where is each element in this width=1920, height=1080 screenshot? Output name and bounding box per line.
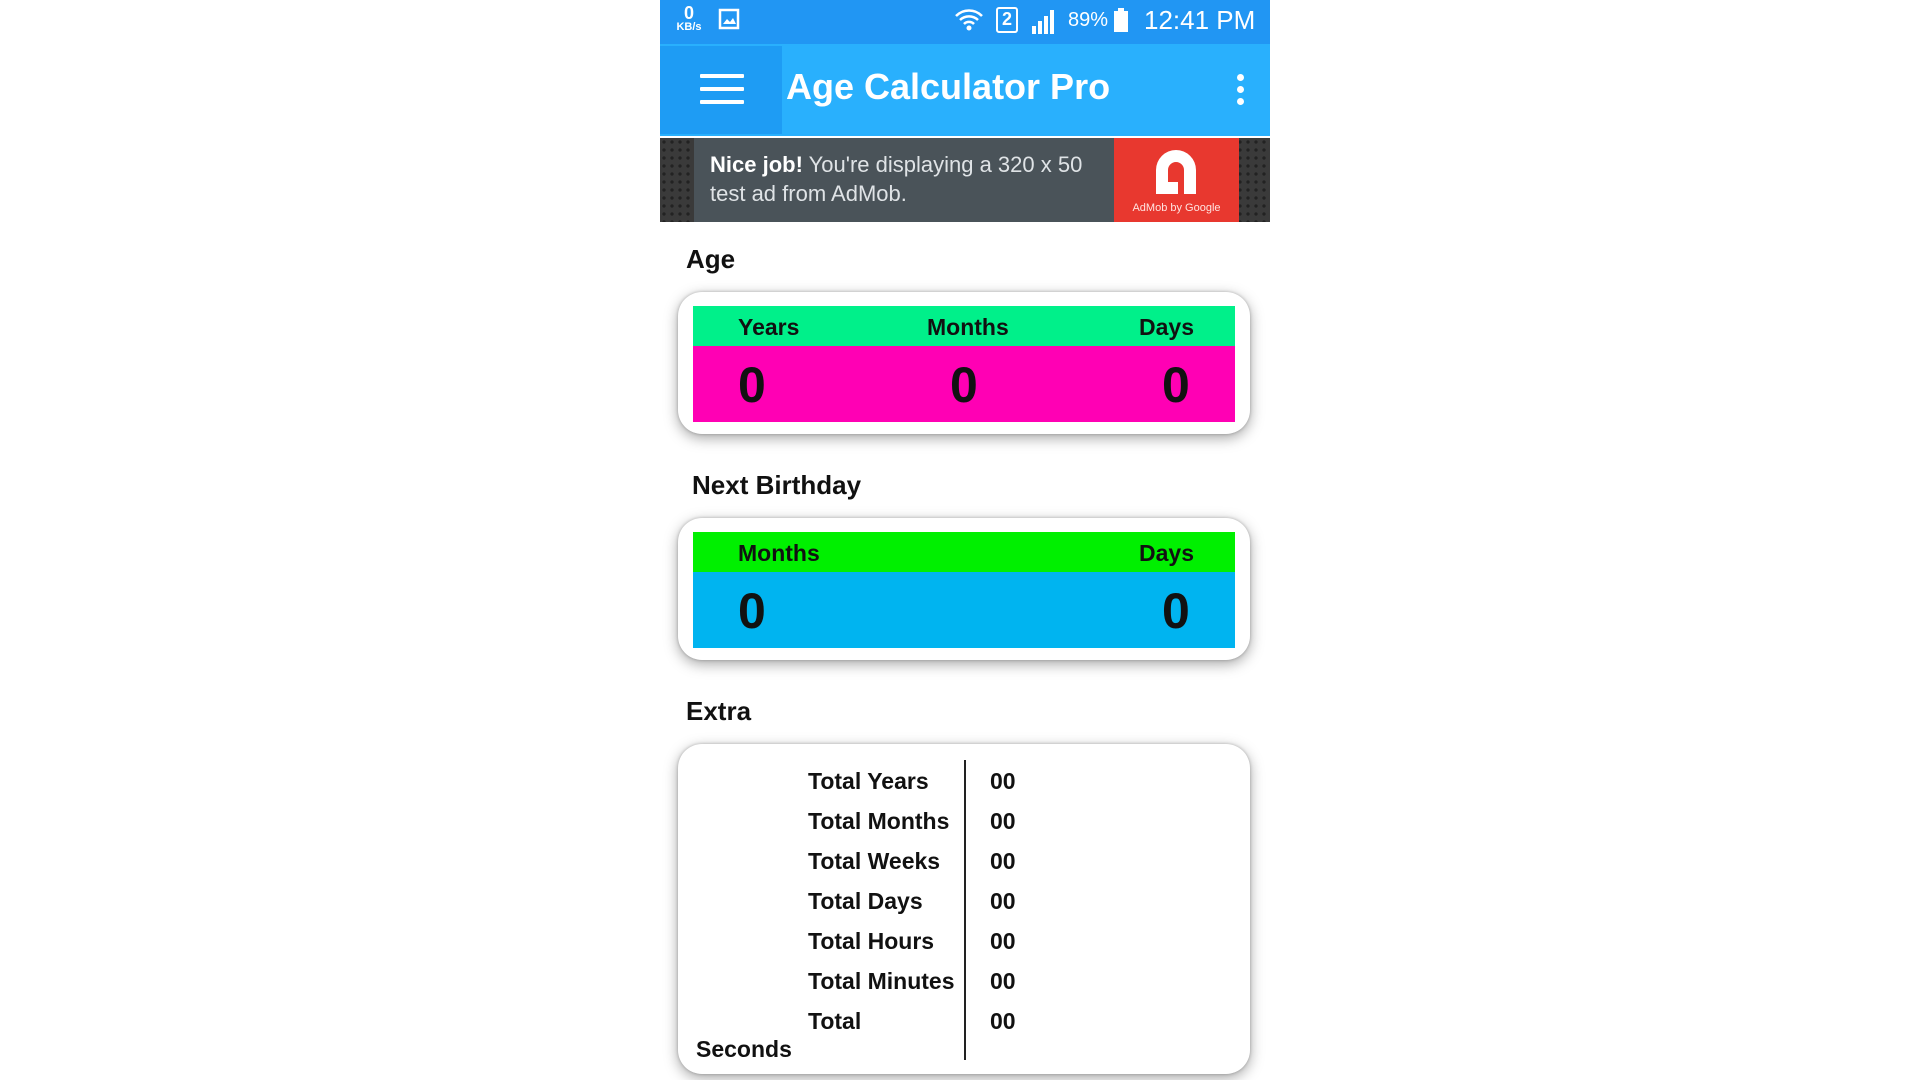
extra-value: 00 bbox=[990, 1008, 1016, 1034]
extra-label: Total bbox=[808, 1008, 862, 1034]
phone-screen: 0 KB/s 2 89% 12:41 PM Age Calculator Pro… bbox=[660, 0, 1270, 1080]
next-birthday-value-row: 0 0 bbox=[693, 572, 1235, 648]
age-header-years: Years bbox=[738, 314, 800, 340]
extra-card: Total Years 00 Total Months 00 Total Wee… bbox=[678, 744, 1250, 1074]
extra-label: Total Years bbox=[808, 768, 929, 794]
extra-label: Total Weeks bbox=[808, 848, 941, 874]
ad-text: Nice job! You're displaying a 320 x 50 t… bbox=[710, 150, 1110, 208]
extra-row-total-days: Total Days 00 bbox=[678, 888, 1250, 928]
battery-icon bbox=[1114, 8, 1128, 32]
extra-section-title: Extra bbox=[686, 696, 752, 726]
battery-percent: 89% bbox=[1068, 9, 1109, 31]
extra-row-seconds-wrap: Seconds bbox=[678, 1036, 1250, 1076]
extra-label: Total Months bbox=[808, 808, 950, 834]
extra-row-total-hours: Total Hours 00 bbox=[678, 928, 1250, 968]
extra-row-total-months: Total Months 00 bbox=[678, 808, 1250, 848]
admob-caption: AdMob by Google bbox=[1132, 202, 1221, 214]
ad-content[interactable]: Nice job! You're displaying a 320 x 50 t… bbox=[694, 138, 1239, 222]
extra-label: Total Minutes bbox=[808, 968, 955, 994]
age-months-value: 0 bbox=[950, 357, 978, 413]
extra-row-total-years: Total Years 00 bbox=[678, 768, 1250, 808]
status-bar: 0 KB/s 2 89% 12:41 PM bbox=[660, 0, 1270, 44]
extra-value: 00 bbox=[990, 888, 1016, 914]
sim-slot-indicator: 2 bbox=[996, 7, 1018, 33]
age-section-title: Age bbox=[686, 244, 736, 274]
network-speed-unit: KB/s bbox=[676, 21, 702, 33]
clock: 12:41 PM bbox=[1144, 5, 1256, 35]
network-speed-value: 0 bbox=[683, 3, 694, 23]
extra-label: Total Hours bbox=[808, 928, 935, 954]
next-birthday-card: Months Days 0 0 bbox=[678, 518, 1250, 660]
next-birthday-header-row: Months Days bbox=[693, 532, 1235, 572]
age-value-row: 0 0 0 bbox=[693, 346, 1235, 422]
admob-icon bbox=[1156, 150, 1196, 194]
age-years-value: 0 bbox=[738, 357, 766, 413]
hamburger-icon bbox=[700, 74, 744, 104]
age-header-months: Months bbox=[927, 314, 1009, 340]
extra-row-total-minutes: Total Minutes 00 bbox=[678, 968, 1250, 1008]
next-birthday-section-title: Next Birthday bbox=[692, 470, 862, 500]
age-days-value: 0 bbox=[1162, 357, 1190, 413]
extra-label-wrap: Seconds bbox=[696, 1036, 792, 1062]
next-birthday-days-value: 0 bbox=[1162, 583, 1190, 639]
next-birthday-header-days: Days bbox=[1139, 540, 1194, 566]
extra-value: 00 bbox=[990, 928, 1016, 954]
ad-banner[interactable]: Nice job! You're displaying a 320 x 50 t… bbox=[660, 138, 1270, 222]
network-speed: 0 KB/s bbox=[674, 4, 704, 33]
extra-value: 00 bbox=[990, 808, 1016, 834]
app-title: Age Calculator Pro bbox=[786, 66, 1111, 107]
signal-icon bbox=[1032, 10, 1054, 34]
extra-value: 00 bbox=[990, 848, 1016, 874]
extra-value: 00 bbox=[990, 968, 1016, 994]
image-icon bbox=[718, 8, 740, 30]
app-bar: Age Calculator Pro bbox=[660, 44, 1270, 136]
age-header-row: Years Months Days bbox=[693, 306, 1235, 346]
age-card: Years Months Days 0 0 0 bbox=[678, 292, 1250, 434]
menu-button[interactable] bbox=[660, 46, 782, 134]
overflow-menu-button[interactable] bbox=[1212, 46, 1270, 134]
ad-bold-text: Nice job! bbox=[710, 152, 803, 177]
extra-value: 00 bbox=[990, 768, 1016, 794]
admob-logo: AdMob by Google bbox=[1114, 138, 1239, 222]
extra-label: Total Days bbox=[808, 888, 923, 914]
next-birthday-header-months: Months bbox=[738, 540, 820, 566]
next-birthday-months-value: 0 bbox=[738, 583, 766, 639]
age-header-days: Days bbox=[1139, 314, 1194, 340]
extra-row-total-weeks: Total Weeks 00 bbox=[678, 848, 1250, 888]
wifi-icon bbox=[955, 9, 983, 31]
